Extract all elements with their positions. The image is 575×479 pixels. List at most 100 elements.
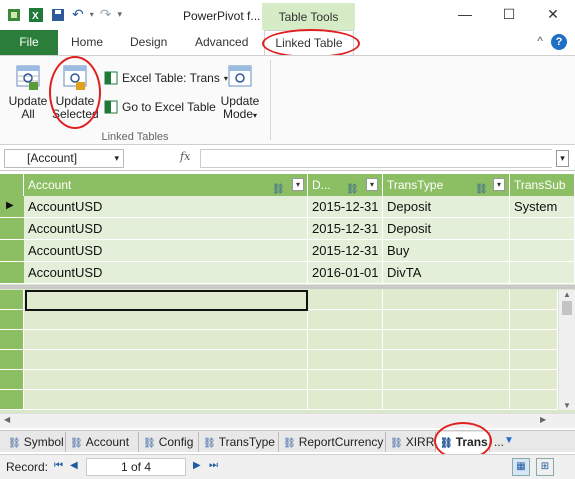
update-mode-button[interactable]: Update Mode▾ — [216, 64, 264, 122]
filter-dropdown-icon[interactable]: ▾ — [493, 178, 505, 191]
scroll-down-icon[interactable]: ▼ — [559, 401, 575, 410]
calc-cell[interactable] — [510, 330, 558, 350]
table-cell[interactable]: 2015-12-31 — [308, 240, 383, 262]
calc-row-selector[interactable] — [0, 290, 24, 310]
close-button[interactable]: ✕ — [531, 0, 575, 30]
name-box[interactable]: [Account] ▾ — [4, 149, 124, 168]
calc-cell[interactable] — [383, 390, 510, 410]
table-cell[interactable] — [510, 218, 575, 240]
excel-table-dropdown[interactable]: Excel Table: Trans ▾ — [104, 71, 228, 85]
table-cell[interactable] — [510, 262, 575, 284]
sheet-tab-trans[interactable]: ⛓ Trans — [436, 432, 490, 452]
sheet-tab-config[interactable]: ⛓ Config — [139, 432, 199, 452]
calc-cell[interactable] — [308, 330, 383, 350]
help-icon[interactable]: ? — [551, 34, 567, 50]
row-selector-current[interactable]: ▶ — [0, 196, 24, 218]
customize-qat-icon[interactable]: ▾ — [117, 9, 122, 20]
save-icon[interactable] — [50, 7, 66, 23]
next-record-icon[interactable]: ▶ — [193, 460, 201, 471]
calc-cell[interactable] — [24, 370, 308, 390]
calc-cell[interactable] — [308, 370, 383, 390]
calc-cell[interactable] — [308, 310, 383, 330]
sheet-tab-transtype[interactable]: ⛓ TransType — [199, 432, 279, 452]
diagram-view-icon[interactable]: ⊞ — [536, 458, 554, 476]
calc-cell[interactable] — [383, 370, 510, 390]
row-selector[interactable] — [0, 218, 24, 240]
calc-row-selector[interactable] — [0, 370, 24, 390]
calc-cell[interactable] — [308, 290, 383, 310]
expand-formula-bar-icon[interactable]: ▾ — [556, 150, 569, 167]
undo-dropdown-icon[interactable]: ▾ — [90, 10, 94, 19]
column-header-transtype[interactable]: TransType ⛓ ▾ — [383, 174, 510, 196]
last-record-icon[interactable]: ⏭ — [209, 460, 218, 471]
calc-cell[interactable] — [383, 330, 510, 350]
calc-cell[interactable] — [308, 350, 383, 370]
minimize-button[interactable]: — — [443, 0, 487, 30]
calc-cell[interactable] — [383, 290, 510, 310]
maximize-button[interactable]: ☐ — [487, 0, 531, 30]
undo-icon[interactable]: ↶ — [72, 6, 84, 23]
table-cell[interactable]: Buy — [383, 240, 510, 262]
table-cell[interactable]: DivTA — [383, 262, 510, 284]
powerpivot-icon[interactable] — [6, 7, 22, 23]
select-all-corner[interactable] — [0, 174, 24, 196]
table-cell[interactable]: AccountUSD — [24, 196, 308, 218]
calc-cell[interactable] — [510, 290, 558, 310]
calc-cell[interactable] — [510, 390, 558, 410]
calc-cell[interactable] — [510, 310, 558, 330]
collapse-ribbon-icon[interactable]: ^ — [537, 34, 543, 48]
calc-row-selector[interactable] — [0, 330, 24, 350]
record-position[interactable]: 1 of 4 — [86, 458, 186, 476]
scroll-right-icon[interactable]: ▶ — [540, 415, 546, 424]
calc-cell[interactable] — [24, 350, 308, 370]
calc-cell[interactable] — [510, 350, 558, 370]
selected-calc-cell[interactable] — [25, 290, 308, 311]
table-cell[interactable]: System — [510, 196, 575, 218]
calc-row-selector[interactable] — [0, 390, 24, 410]
sheet-tab-xirr[interactable]: ⛓ XIRR — [386, 432, 436, 452]
tab-file[interactable]: File — [0, 30, 58, 55]
go-to-excel-table-button[interactable]: Go to Excel Table — [104, 100, 216, 114]
column-header-transsub[interactable]: TransSub — [510, 174, 575, 196]
sheet-list-dropdown-icon[interactable]: ▼ — [504, 435, 514, 446]
sheet-tab-symbol[interactable]: ⛓ Symbol — [4, 432, 66, 452]
table-cell[interactable]: 2016-01-01 — [308, 262, 383, 284]
vertical-scrollbar[interactable]: ▲ ▼ — [558, 290, 575, 410]
table-cell[interactable]: Deposit — [383, 196, 510, 218]
calc-row-selector[interactable] — [0, 350, 24, 370]
data-view-icon[interactable]: ▦ — [512, 458, 530, 476]
scroll-up-icon[interactable]: ▲ — [559, 290, 575, 299]
row-selector[interactable] — [0, 262, 24, 284]
calculation-area-divider[interactable] — [0, 285, 575, 289]
table-cell[interactable]: AccountUSD — [24, 262, 308, 284]
calc-cell[interactable] — [24, 310, 308, 330]
calc-cell[interactable] — [510, 370, 558, 390]
table-cell[interactable] — [510, 240, 575, 262]
table-cell[interactable]: 2015-12-31 — [308, 196, 383, 218]
redo-icon[interactable]: ↷ — [100, 6, 112, 23]
update-selected-button[interactable]: Update Selected — [52, 64, 99, 121]
update-all-button[interactable]: Update All — [6, 64, 50, 121]
excel-icon[interactable]: X — [28, 7, 44, 23]
calc-row-selector[interactable] — [0, 310, 24, 330]
calc-cell[interactable] — [24, 330, 308, 350]
calc-cell[interactable] — [383, 350, 510, 370]
previous-record-icon[interactable]: ◀ — [70, 460, 78, 471]
sheet-tab-reportcurrency[interactable]: ⛓ ReportCurrency — [279, 432, 386, 452]
more-sheets[interactable]: ... — [490, 432, 504, 452]
filter-dropdown-icon[interactable]: ▾ — [366, 178, 378, 191]
column-header-date[interactable]: D... ⛓ ▾ — [308, 174, 383, 196]
scroll-thumb[interactable] — [562, 301, 572, 315]
table-cell[interactable]: AccountUSD — [24, 218, 308, 240]
tab-linked-table[interactable]: Linked Table — [264, 30, 354, 55]
table-cell[interactable]: Deposit — [383, 218, 510, 240]
calc-cell[interactable] — [308, 390, 383, 410]
filter-dropdown-icon[interactable]: ▾ — [292, 178, 304, 191]
table-cell[interactable]: AccountUSD — [24, 240, 308, 262]
column-header-account[interactable]: Account ⛓ ▾ — [24, 174, 308, 196]
tab-home[interactable]: Home — [71, 30, 103, 55]
formula-input[interactable] — [200, 149, 552, 168]
row-selector[interactable] — [0, 240, 24, 262]
scroll-left-icon[interactable]: ◀ — [4, 415, 10, 424]
table-cell[interactable]: 2015-12-31 — [308, 218, 383, 240]
